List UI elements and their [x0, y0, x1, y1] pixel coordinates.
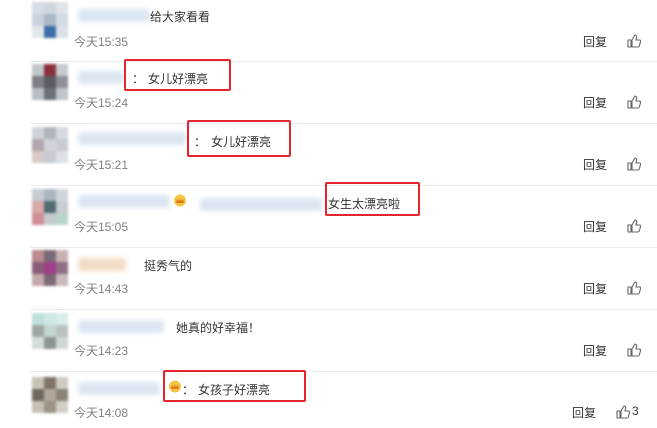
comment-text: 她真的好幸福！ [176, 321, 261, 335]
comment-text: 女儿好漂亮 [211, 135, 272, 149]
username-blurred[interactable] [78, 258, 126, 271]
comment-time: 今天15:35 [74, 35, 129, 49]
username-blurred[interactable] [200, 198, 322, 211]
username-blurred[interactable] [78, 132, 186, 145]
comment-item: ： 女儿好漂亮 今天15:24 回复 [0, 59, 657, 124]
avatar[interactable] [32, 189, 68, 225]
comment-text: 女孩子好漂亮 [198, 383, 271, 397]
comment-item: ： 女孩子好漂亮 今天14:08 回复 3 [0, 370, 657, 428]
reply-button[interactable]: 回复 [583, 218, 607, 235]
comment-time: 今天15:05 [74, 220, 129, 234]
thumbs-up-icon[interactable] [627, 281, 641, 295]
thumbs-up-icon[interactable] [616, 405, 630, 419]
thumbs-up-icon[interactable] [627, 219, 641, 233]
username-blurred[interactable] [78, 320, 164, 333]
thumbs-up-icon[interactable] [627, 95, 641, 109]
crown-icon [168, 380, 182, 393]
comment-time: 今天15:21 [74, 158, 129, 172]
colon: ： [132, 72, 145, 86]
avatar[interactable] [32, 313, 68, 349]
comment-item: ： 女儿好漂亮 今天15:21 回复 [0, 120, 657, 186]
thumbs-up-icon[interactable] [627, 157, 641, 171]
comment-text: 挺秀气的 [144, 259, 193, 273]
thumbs-up-icon[interactable] [627, 343, 641, 357]
reply-button[interactable]: 回复 [583, 156, 607, 173]
comment-time: 今天14:43 [74, 282, 129, 296]
reply-button[interactable]: 回复 [583, 94, 607, 111]
comment-item: 给大家看看 今天15:35 回复 [0, 0, 657, 62]
like-count: 3 [632, 404, 639, 418]
colon: ： [182, 383, 195, 397]
username-blurred[interactable] [78, 9, 150, 22]
comment-text: 女生太漂亮啦 [328, 197, 401, 211]
reply-button[interactable]: 回复 [583, 280, 607, 297]
comment-item: 挺秀气的 今天14:43 回复 [0, 248, 657, 310]
thumbs-up-icon[interactable] [627, 34, 641, 48]
username-blurred[interactable] [78, 382, 160, 395]
avatar[interactable] [32, 377, 68, 413]
comment-item: 她真的好幸福！ 今天14:23 回复 [0, 310, 657, 372]
avatar[interactable] [32, 250, 68, 286]
avatar[interactable] [32, 127, 68, 163]
reply-button[interactable]: 回复 [583, 33, 607, 50]
crown-icon [173, 194, 187, 207]
username-blurred[interactable] [78, 71, 124, 84]
reply-button[interactable]: 回复 [572, 404, 596, 421]
comment-item: 女生太漂亮啦 今天15:05 回复 [0, 182, 657, 248]
avatar[interactable] [32, 64, 68, 100]
comment-text: 女儿好漂亮 [148, 72, 209, 86]
reply-button[interactable]: 回复 [583, 342, 607, 359]
avatar[interactable] [32, 2, 68, 38]
comment-time: 今天15:24 [74, 96, 129, 110]
username-blurred[interactable] [78, 195, 170, 208]
comment-time: 今天14:23 [74, 344, 129, 358]
colon: ： [194, 135, 207, 149]
comment-text: 给大家看看 [150, 10, 211, 24]
comment-time: 今天14:08 [74, 406, 129, 420]
